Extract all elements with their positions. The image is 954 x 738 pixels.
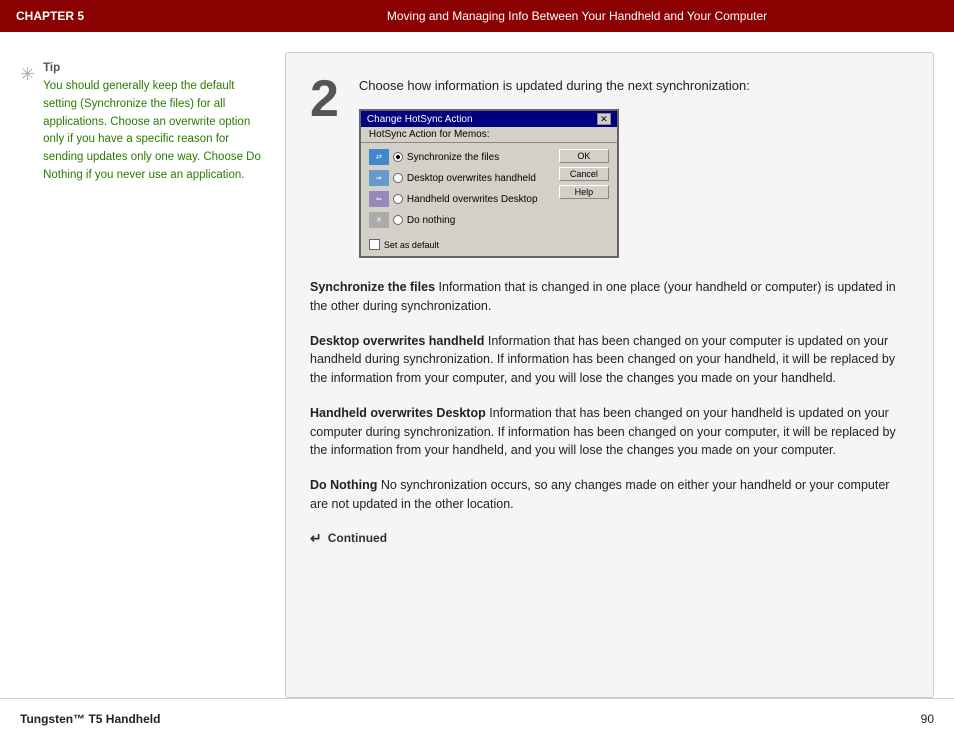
- term-desktop: Desktop overwrites handheld: [310, 334, 484, 348]
- sidebar: ✳ Tip You should generally keep the defa…: [0, 52, 285, 698]
- body-section-sync: Synchronize the files Information that i…: [310, 278, 903, 316]
- main-layout: ✳ Tip You should generally keep the defa…: [0, 32, 954, 698]
- footer-page: 90: [921, 712, 934, 726]
- dialog-option-row[interactable]: ⇒ Desktop overwrites handheld: [369, 170, 553, 186]
- footer: Tungsten™ T5 Handheld 90: [0, 698, 954, 738]
- header-title: Moving and Managing Info Between Your Ha…: [216, 9, 938, 23]
- term-sync: Synchronize the files: [310, 280, 435, 294]
- dialog-buttons: OK Cancel Help: [559, 149, 609, 233]
- desktop-overwrites-label: Desktop overwrites handheld: [407, 173, 536, 184]
- ok-button[interactable]: OK: [559, 149, 609, 163]
- desktop-icon: ⇒: [369, 170, 389, 186]
- dialog-window: Change HotSync Action ✕ HotSync Action f…: [359, 109, 619, 258]
- dialog-option-row[interactable]: ⇐ Handheld overwrites Desktop: [369, 191, 553, 207]
- body-section-handheld: Handheld overwrites Desktop Information …: [310, 404, 903, 460]
- set-as-default-row[interactable]: Set as default: [361, 239, 617, 256]
- set-as-default-checkbox[interactable]: [369, 239, 380, 250]
- help-button[interactable]: Help: [559, 185, 609, 199]
- dialog-close-button[interactable]: ✕: [597, 113, 611, 125]
- tip-container: ✳ Tip You should generally keep the defa…: [20, 62, 265, 185]
- step-right: Choose how information is updated during…: [359, 77, 903, 258]
- dialog-options: ⇄ Synchronize the files ⇒ Desktop overwr…: [369, 149, 553, 233]
- dialog-option-row[interactable]: ✕ Do nothing: [369, 212, 553, 228]
- content-panel: 2 Choose how information is updated duri…: [285, 52, 934, 698]
- tip-text: You should generally keep the default se…: [43, 78, 265, 185]
- brand-name: Tungsten™ T5 Handheld: [20, 712, 160, 726]
- tip-label: Tip: [43, 62, 265, 74]
- step-header: 2 Choose how information is updated duri…: [310, 77, 903, 258]
- dialog-titlebar: Change HotSync Action ✕: [361, 111, 617, 127]
- continued-arrow-icon: ↵: [310, 530, 322, 547]
- continued-section: ↵ Continued: [310, 530, 903, 547]
- handheld-overwrites-label: Handheld overwrites Desktop: [407, 194, 538, 205]
- cancel-button[interactable]: Cancel: [559, 167, 609, 181]
- chapter-label: CHAPTER 5: [16, 9, 216, 23]
- handheld-overwrites-radio[interactable]: [393, 194, 403, 204]
- tip-content: Tip You should generally keep the defaul…: [43, 62, 265, 185]
- do-nothing-label: Do nothing: [407, 215, 455, 226]
- dialog-body: ⇄ Synchronize the files ⇒ Desktop overwr…: [361, 143, 617, 239]
- term-handheld: Handheld overwrites Desktop: [310, 406, 486, 420]
- sync-radio[interactable]: [393, 152, 403, 162]
- step-number: 2: [310, 73, 339, 125]
- set-as-default-label: Set as default: [384, 240, 439, 250]
- dialog-title: Change HotSync Action: [367, 114, 473, 125]
- desktop-overwrites-radio[interactable]: [393, 173, 403, 183]
- do-nothing-radio[interactable]: [393, 215, 403, 225]
- def-nothing: No synchronization occurs, so any change…: [310, 478, 889, 511]
- sync-icon: ⇄: [369, 149, 389, 165]
- footer-brand: Tungsten™ T5 Handheld: [20, 712, 160, 726]
- dialog-option-row[interactable]: ⇄ Synchronize the files: [369, 149, 553, 165]
- header: CHAPTER 5 Moving and Managing Info Betwe…: [0, 0, 954, 32]
- body-section-desktop: Desktop overwrites handheld Information …: [310, 332, 903, 388]
- term-nothing: Do Nothing: [310, 478, 377, 492]
- tip-star-icon: ✳: [20, 64, 35, 85]
- handheld-icon: ⇐: [369, 191, 389, 207]
- body-section-nothing: Do Nothing No synchronization occurs, so…: [310, 476, 903, 514]
- step-instruction: Choose how information is updated during…: [359, 77, 903, 95]
- dialog-app-label: HotSync Action for Memos:: [361, 127, 617, 143]
- continued-label: Continued: [328, 531, 387, 545]
- nothing-icon: ✕: [369, 212, 389, 228]
- sync-label: Synchronize the files: [407, 152, 499, 163]
